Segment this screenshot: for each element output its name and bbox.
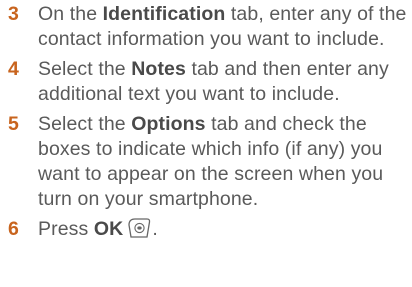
- instruction-steps: 3 On the Identification tab, enter any o…: [8, 2, 408, 247]
- step-text-pre: Press: [38, 218, 94, 240]
- step-5: 5 Select the Options tab and check the b…: [8, 112, 408, 212]
- step-number: 5: [8, 113, 19, 135]
- step-text-pre: On the: [38, 3, 103, 25]
- ok-key-icon: [126, 217, 152, 239]
- step-keyword-ok: OK: [93, 218, 124, 240]
- step-keyword-identification: Identification: [102, 3, 226, 25]
- step-number: 6: [8, 218, 19, 240]
- step-text-post: .: [152, 218, 158, 240]
- step-text-pre: Select the: [38, 58, 132, 80]
- step-6: 6 Press OK .: [8, 217, 408, 242]
- step-4: 4 Select the Notes tab and then enter an…: [8, 57, 408, 107]
- step-text-pre: Select the: [38, 113, 132, 135]
- step-number: 3: [8, 3, 19, 25]
- step-keyword-options: Options: [131, 113, 206, 135]
- step-number: 4: [8, 58, 19, 80]
- step-3: 3 On the Identification tab, enter any o…: [8, 2, 408, 52]
- step-keyword-notes: Notes: [131, 58, 186, 80]
